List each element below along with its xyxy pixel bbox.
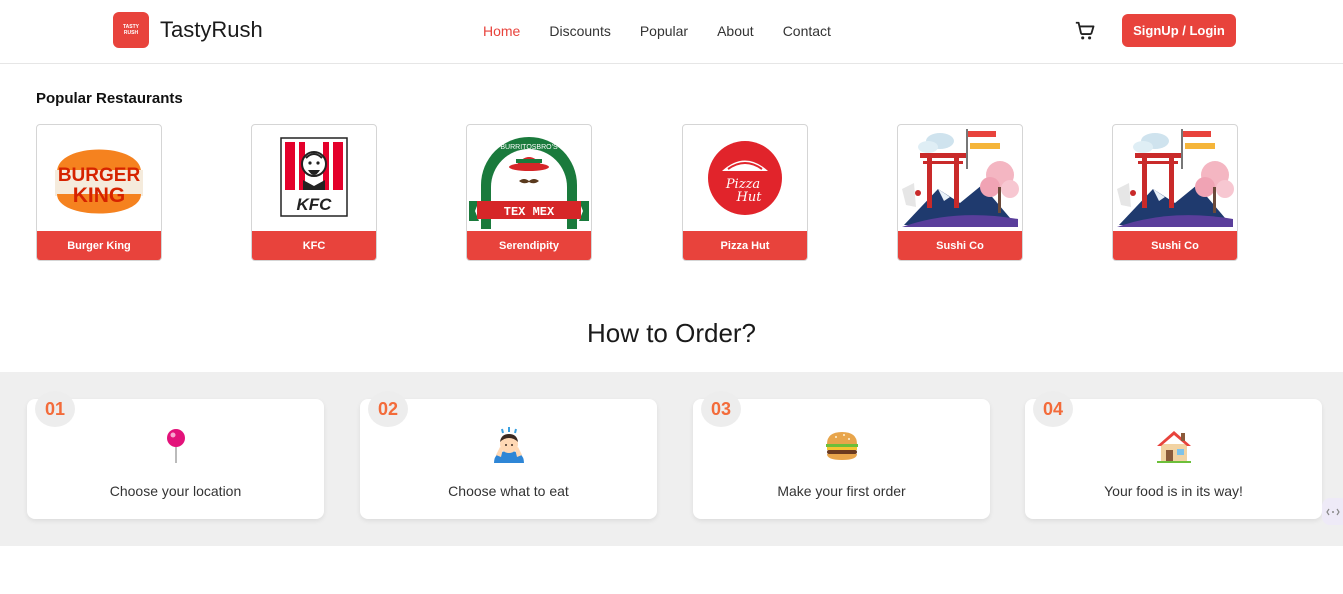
step-number: 02 (368, 391, 408, 427)
tex-mex-logo-text-2: TEX MEX (504, 205, 555, 219)
pin-icon (27, 427, 324, 465)
tex-mex-logo: BURRITOSBRO'S TEX MEX (467, 125, 591, 230)
brand-logo-line2: RUSH (123, 30, 139, 36)
torii-gate-illustration (898, 125, 1022, 230)
restaurant-name: Pizza Hut (683, 231, 807, 260)
restaurant-card-sushi-co[interactable]: Sushi Co (1112, 124, 1238, 261)
step-number: 01 (35, 391, 75, 427)
burger-king-logo: BURGER KING (37, 125, 161, 230)
pizza-hut-logo-text-2: Hut (736, 190, 763, 205)
restaurant-card-kfc[interactable]: KFC KFC (251, 124, 377, 261)
step-card-first-order: 03 Make your first order (693, 391, 990, 519)
burger-king-logo-text-2: KING (73, 184, 126, 207)
step-number: 03 (701, 391, 741, 427)
restaurant-name: Serendipity (467, 231, 591, 260)
brand-name[interactable]: TastyRush (160, 17, 263, 43)
tex-mex-logo-text-1: BURRITOSBRO'S (500, 144, 558, 151)
widget-glyph-icon (1325, 508, 1340, 515)
torii-gate-illustration (1113, 125, 1237, 230)
thinking-person-icon (360, 427, 657, 465)
brand[interactable]: TASTY RUSH TastyRush (113, 12, 263, 48)
signup-login-button[interactable]: SignUp / Login (1122, 14, 1236, 47)
nav-links: Home Discounts Popular About Contact (483, 23, 860, 39)
step-card-choose-location: 01 Choose your location (27, 391, 324, 519)
how-to-order-title: How to Order? (586, 318, 757, 348)
step-card-food-on-way: 04 Your food is in its way! (1025, 391, 1322, 519)
house-icon (1025, 427, 1322, 465)
nav-home-link[interactable]: Home (483, 23, 520, 39)
restaurant-card-pizza-hut[interactable]: Pizza Hut Pizza Hut (682, 124, 808, 261)
step-card-choose-food: 02 Choose what to eat (360, 391, 657, 519)
restaurant-card-serendipity[interactable]: BURRITOSBRO'S TEX MEX Serendipity (466, 124, 592, 261)
burger-icon (693, 427, 990, 465)
restaurant-name: Burger King (37, 231, 161, 260)
restaurant-name: Sushi Co (1113, 231, 1237, 260)
step-text: Choose your location (109, 483, 242, 499)
side-widget-tab[interactable] (1322, 498, 1343, 525)
step-text: Make your first order (777, 483, 906, 499)
nav-discounts-link[interactable]: Discounts (549, 23, 610, 39)
step-text: Choose what to eat (448, 483, 569, 499)
brand-logo[interactable]: TASTY RUSH (113, 12, 149, 48)
kfc-logo: KFC (252, 125, 376, 230)
restaurant-card-burger-king[interactable]: BURGER KING Burger King (36, 124, 162, 261)
pizza-hut-logo: Pizza Hut (683, 125, 807, 230)
burger-king-logo-text-1: BURGER (58, 165, 141, 186)
navbar: TASTY RUSH TastyRush Home Discounts Popu… (0, 0, 1343, 64)
nav-contact-link[interactable]: Contact (783, 23, 831, 39)
popular-restaurants-title: Popular Restaurants (36, 90, 183, 107)
step-text: Your food is in its way! (1104, 483, 1243, 499)
cart-icon[interactable] (1074, 20, 1096, 42)
restaurant-card-sushi-co[interactable]: Sushi Co (897, 124, 1023, 261)
restaurant-name: Sushi Co (898, 231, 1022, 260)
nav-about-link[interactable]: About (717, 23, 754, 39)
kfc-logo-text: KFC (297, 195, 333, 214)
nav-popular-link[interactable]: Popular (640, 23, 688, 39)
step-number: 04 (1033, 391, 1073, 427)
restaurant-name: KFC (252, 231, 376, 260)
